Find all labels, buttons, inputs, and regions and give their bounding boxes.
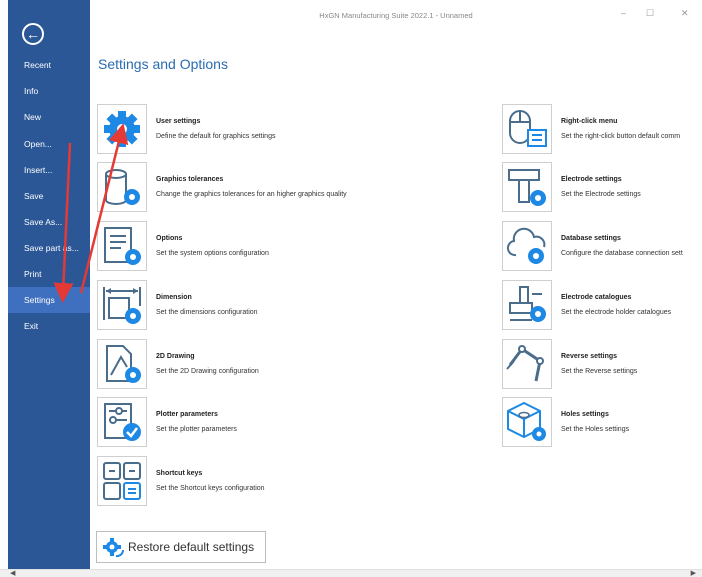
option-description: Change the graphics tolerances for an hi… bbox=[156, 191, 347, 198]
option-description: Set the electrode holder catalogues bbox=[561, 309, 672, 316]
cylinder-gear-icon bbox=[97, 162, 147, 212]
option-options[interactable]: Options Set the system options configura… bbox=[97, 221, 397, 271]
option-title: Graphics tolerances bbox=[156, 176, 224, 183]
keys-icon bbox=[97, 456, 147, 506]
sliders-check-icon bbox=[97, 397, 147, 447]
page-title: Settings and Options bbox=[98, 56, 228, 72]
option-title: Reverse settings bbox=[561, 353, 618, 360]
option-title: Plotter parameters bbox=[156, 411, 218, 418]
drawing-gear-icon bbox=[97, 339, 147, 389]
option-title: Dimension bbox=[156, 294, 192, 301]
sidebar-item-new[interactable]: New bbox=[8, 104, 90, 130]
restore-label: Restore default settings bbox=[128, 540, 255, 554]
title-bar: HxGN Manufacturing Suite 2022.1 - Unname… bbox=[90, 0, 702, 34]
option-title: 2D Drawing bbox=[156, 353, 195, 360]
option-database-settings[interactable]: Database settings Configure the database… bbox=[502, 221, 702, 271]
cube-gear-icon bbox=[502, 397, 552, 447]
option-2d-drawing[interactable]: 2D Drawing Set the 2D Drawing configurat… bbox=[97, 339, 397, 389]
option-description: Set the Electrode settings bbox=[561, 191, 641, 198]
sidebar-item-save-part-as[interactable]: Save part as... bbox=[8, 235, 90, 261]
sidebar-item-print[interactable]: Print bbox=[8, 261, 90, 287]
option-user-settings[interactable]: User settings Define the default for gra… bbox=[97, 104, 397, 154]
gear-icon bbox=[97, 104, 147, 154]
option-description: Set the dimensions configuration bbox=[156, 309, 258, 316]
window-title: HxGN Manufacturing Suite 2022.1 - Unname… bbox=[319, 11, 473, 20]
sidebar-item-settings[interactable]: Settings bbox=[8, 287, 90, 313]
option-shortcut-keys[interactable]: Shortcut keys Set the Shortcut keys conf… bbox=[97, 456, 397, 506]
sidebar-item-insert[interactable]: Insert... bbox=[8, 157, 90, 183]
option-description: Set the right-click button default comm bbox=[561, 133, 681, 140]
sidebar-item-save-as[interactable]: Save As... bbox=[8, 209, 90, 235]
minimize-icon[interactable]: – bbox=[621, 8, 626, 18]
option-description: Configure the database connection sett bbox=[561, 250, 683, 257]
option-dimension[interactable]: Dimension Set the dimensions configurati… bbox=[97, 280, 397, 330]
option-title: Shortcut keys bbox=[156, 470, 203, 477]
mouse-menu-icon bbox=[502, 104, 552, 154]
option-title: Electrode catalogues bbox=[561, 294, 632, 301]
option-description: Set the Holes settings bbox=[561, 426, 630, 433]
sidebar-item-open[interactable]: Open... bbox=[8, 131, 90, 157]
option-description: Set the 2D Drawing configuration bbox=[156, 368, 259, 375]
document-gear-icon bbox=[97, 221, 147, 271]
scroll-left-icon[interactable]: ◀ bbox=[10, 569, 15, 577]
scroll-right-icon[interactable]: ▶ bbox=[691, 569, 696, 577]
option-description: Set the Reverse settings bbox=[561, 368, 638, 375]
maximize-icon[interactable]: ☐ bbox=[646, 8, 654, 19]
option-holes-settings[interactable]: Holes settings Set the Holes settings bbox=[502, 397, 702, 447]
option-description: Define the default for graphics settings bbox=[156, 133, 276, 140]
option-title: Holes settings bbox=[561, 411, 609, 418]
option-title: Options bbox=[156, 235, 183, 242]
backstage-sidebar: ← Recent Info New Open... Insert... Save… bbox=[8, 0, 90, 569]
robot-arm-icon bbox=[502, 339, 552, 389]
horizontal-scrollbar[interactable]: ◀ ▶ bbox=[0, 569, 702, 577]
option-graphics-tolerances[interactable]: Graphics tolerances Change the graphics … bbox=[97, 162, 397, 212]
sidebar-item-exit[interactable]: Exit bbox=[8, 313, 90, 339]
option-electrode-catalogues[interactable]: Electrode catalogues Set the electrode h… bbox=[502, 280, 702, 330]
sidebar-item-recent[interactable]: Recent bbox=[8, 52, 90, 78]
option-plotter-parameters[interactable]: Plotter parameters Set the plotter param… bbox=[97, 397, 397, 447]
close-icon[interactable]: ✕ bbox=[681, 8, 689, 19]
option-description: Set the Shortcut keys configuration bbox=[156, 485, 265, 492]
option-description: Set the plotter parameters bbox=[156, 426, 237, 433]
electrode-gear-icon bbox=[502, 162, 552, 212]
dimension-gear-icon bbox=[97, 280, 147, 330]
option-reverse-settings[interactable]: Reverse settings Set the Reverse setting… bbox=[502, 339, 702, 389]
restore-gear-icon bbox=[103, 538, 125, 558]
option-description: Set the system options configuration bbox=[156, 250, 269, 257]
restore-default-settings-button[interactable]: Restore default settings bbox=[96, 531, 266, 563]
cloud-gear-icon bbox=[502, 221, 552, 271]
option-title: Right-click menu bbox=[561, 118, 618, 125]
option-title: User settings bbox=[156, 118, 201, 125]
sidebar-item-save[interactable]: Save bbox=[8, 183, 90, 209]
option-right-click-menu[interactable]: Right-click menu Set the right-click but… bbox=[502, 104, 702, 154]
option-title: Database settings bbox=[561, 235, 621, 242]
catalogue-gear-icon bbox=[502, 280, 552, 330]
back-arrow-icon[interactable]: ← bbox=[22, 23, 44, 45]
sidebar-item-info[interactable]: Info bbox=[8, 78, 90, 104]
option-title: Electrode settings bbox=[561, 176, 622, 183]
option-electrode-settings[interactable]: Electrode settings Set the Electrode set… bbox=[502, 162, 702, 212]
